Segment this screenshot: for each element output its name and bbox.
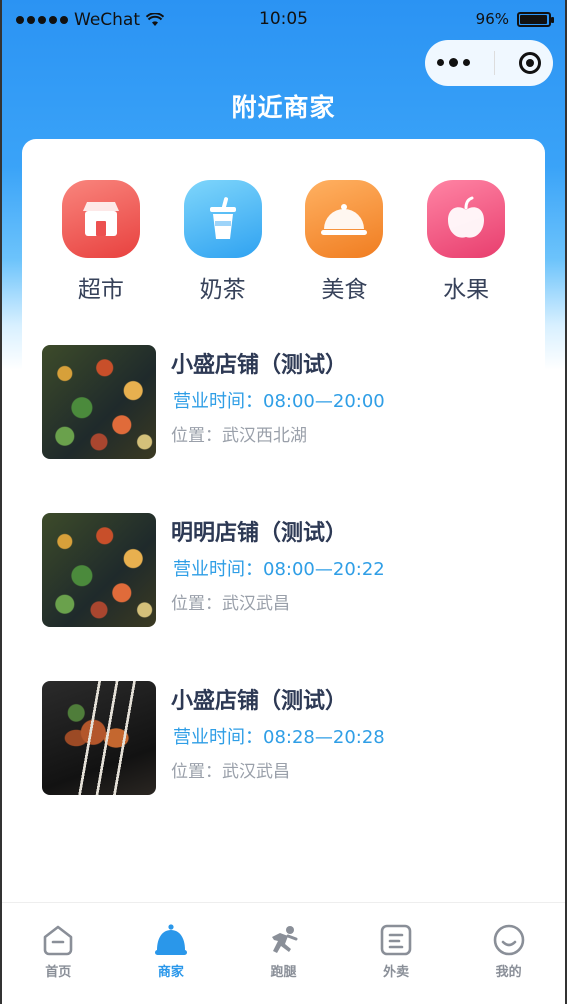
phone-screen: WeChat 10:05 96% 附近商家 超市 奶茶 美食 水果 小盛店铺（测… xyxy=(0,0,567,1004)
store-hours: 营业时间：08:00—20:00 xyxy=(173,391,385,412)
tab-label: 首页 xyxy=(45,965,72,980)
page-title: 附近商家 xyxy=(231,93,336,122)
delivery-box-icon xyxy=(380,924,412,956)
milk-tea-cup-icon xyxy=(183,180,262,258)
runner-icon xyxy=(272,926,298,953)
tab-mine[interactable]: 我的 xyxy=(474,923,544,1004)
store-hours: 营业时间：08:00—20:22 xyxy=(173,559,385,580)
store-name: 明明店铺（测试） xyxy=(171,521,348,546)
tab-delivery[interactable]: 外卖 xyxy=(361,923,431,1004)
store-hours: 营业时间：08:28—20:28 xyxy=(173,727,385,748)
store-location: 位置：武汉武昌 xyxy=(171,594,290,614)
battery-percent: 96% xyxy=(475,10,509,28)
home-icon xyxy=(43,925,73,956)
store-name: 小盛店铺（测试） xyxy=(171,353,348,378)
tab-label: 外卖 xyxy=(383,965,410,980)
tab-merchants[interactable]: 商家 xyxy=(136,923,206,1004)
store-item[interactable]: 小盛店铺（测试） 营业时间：08:00—20:00 位置：武汉西北湖 xyxy=(42,345,545,459)
status-bar: WeChat 10:05 96% xyxy=(2,6,565,36)
smile-face-icon xyxy=(493,924,524,956)
storefront-icon xyxy=(61,180,140,258)
category-label: 美食 xyxy=(321,277,368,303)
store-location: 位置：武汉武昌 xyxy=(171,762,290,782)
store-item[interactable]: 明明店铺（测试） 营业时间：08:00—20:22 位置：武汉武昌 xyxy=(42,513,545,627)
store-photo xyxy=(42,345,156,459)
category-label: 超市 xyxy=(77,277,124,303)
category-supermarket[interactable]: 超市 xyxy=(61,180,141,310)
more-menu-icon[interactable] xyxy=(437,58,470,67)
store-photo xyxy=(42,681,156,795)
tab-label: 跑腿 xyxy=(270,965,297,980)
store-item[interactable]: 小盛店铺（测试） 营业时间：08:28—20:28 位置：武汉武昌 xyxy=(42,681,545,795)
battery-area: 96% xyxy=(475,10,554,28)
close-target-icon[interactable] xyxy=(519,52,541,74)
tab-errand[interactable]: 跑腿 xyxy=(248,923,318,1004)
apple-icon xyxy=(427,180,506,258)
capsule-divider xyxy=(494,51,495,75)
food-cloche-icon xyxy=(305,180,384,258)
tab-home[interactable]: 首页 xyxy=(23,923,93,1004)
category-fruit[interactable]: 水果 xyxy=(426,180,506,310)
miniprogram-capsule xyxy=(425,40,553,86)
tab-label: 我的 xyxy=(495,965,522,980)
category-label: 奶茶 xyxy=(199,277,246,303)
store-name: 小盛店铺（测试） xyxy=(171,689,348,714)
merchant-bell-icon xyxy=(154,924,187,955)
bottom-tab-bar: 首页 商家 跑腿 外卖 我的 xyxy=(2,902,565,1004)
category-milk-tea[interactable]: 奶茶 xyxy=(183,180,263,310)
store-location: 位置：武汉西北湖 xyxy=(171,426,307,446)
battery-icon xyxy=(517,11,554,27)
category-label: 水果 xyxy=(443,277,490,303)
battery-fill xyxy=(520,14,547,24)
tab-label: 商家 xyxy=(157,965,184,980)
category-row: 超市 奶茶 美食 水果 xyxy=(22,180,545,310)
store-photo xyxy=(42,513,156,627)
category-food[interactable]: 美食 xyxy=(304,180,384,310)
